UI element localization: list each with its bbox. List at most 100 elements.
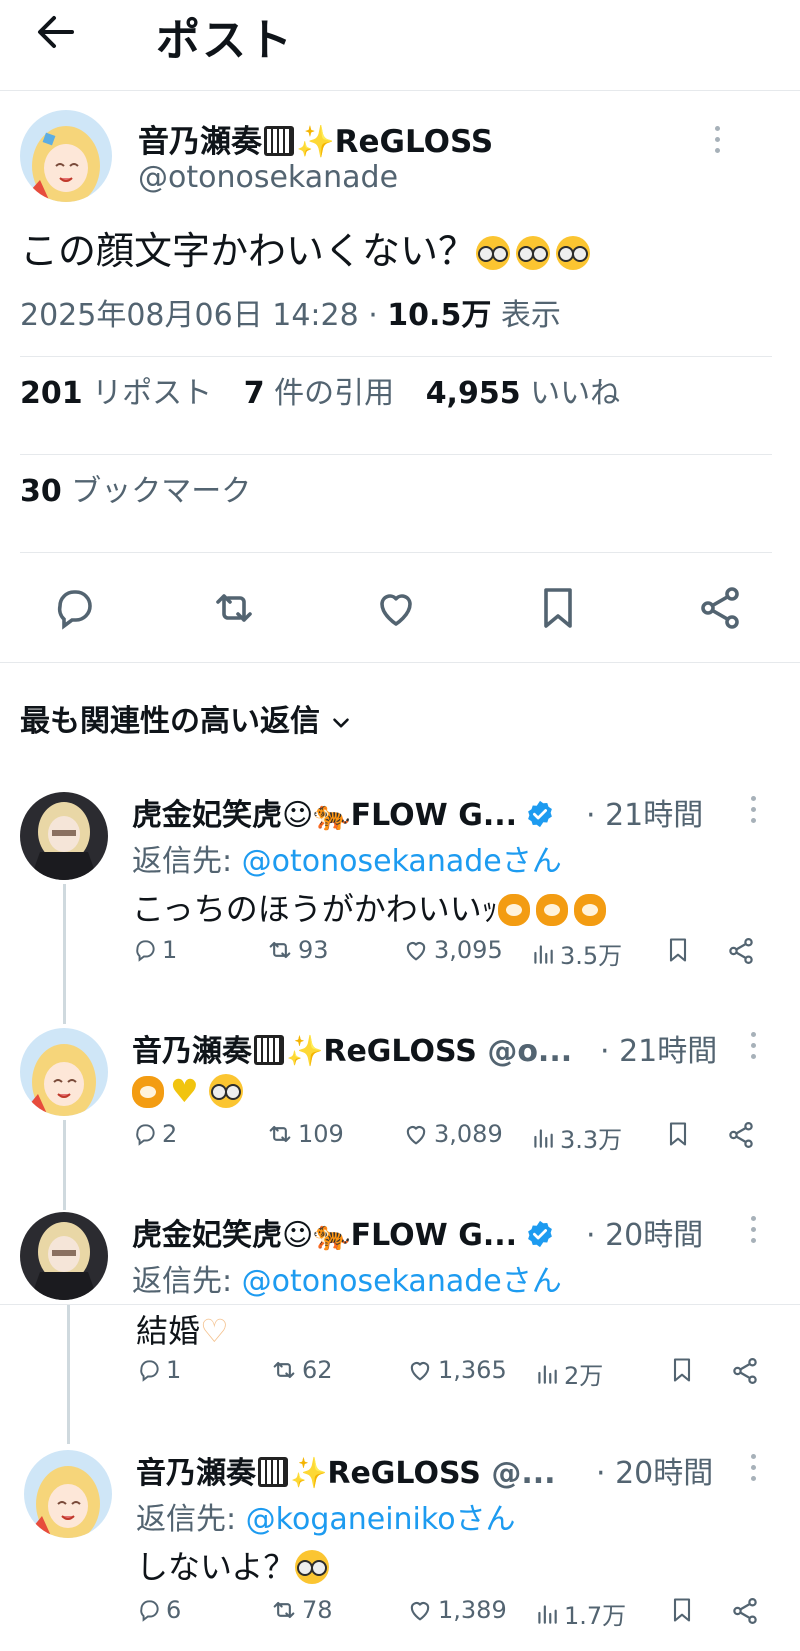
reply-reply-button[interactable]: 1 bbox=[132, 936, 177, 964]
bookmark-icon[interactable] bbox=[534, 584, 584, 634]
author-name-text: 音乃瀬奏 bbox=[138, 124, 262, 160]
reply-sort-dropdown[interactable]: 最も関連性の高い返信 bbox=[20, 696, 354, 740]
repost-icon bbox=[266, 1120, 298, 1148]
reply-bookmark-button[interactable] bbox=[668, 1356, 700, 1384]
like-icon[interactable] bbox=[372, 584, 422, 634]
divider bbox=[20, 356, 772, 357]
more-options-icon[interactable] bbox=[748, 1032, 758, 1066]
divider bbox=[0, 662, 800, 663]
reply-icon bbox=[136, 1357, 166, 1383]
reply-like-button[interactable]: 3,095 bbox=[402, 936, 503, 964]
repost-icon[interactable] bbox=[210, 584, 260, 634]
reply-like-button[interactable]: 3,089 bbox=[402, 1120, 503, 1148]
tiger-icon: 🐅 bbox=[313, 798, 351, 833]
reply-author-name-suffix: ReGLOSS bbox=[323, 1034, 477, 1069]
author-name-suffix: ReGLOSS bbox=[334, 124, 494, 160]
reply-author-name[interactable]: 音乃瀬奏 ✨ReGLOSS @o... bbox=[132, 1026, 572, 1070]
reply-repost-button[interactable]: 109 bbox=[266, 1120, 344, 1148]
reply-share-button[interactable] bbox=[730, 1356, 764, 1386]
bookmark-label: ブックマーク bbox=[71, 474, 252, 509]
reply-views-button[interactable]: 3.5万 bbox=[530, 936, 622, 971]
repost-count: 201 bbox=[20, 376, 83, 411]
reply-author-name[interactable]: 虎金妃笑虎☺🐅FLOW G... bbox=[132, 790, 555, 834]
repost-icon bbox=[270, 1596, 302, 1624]
reply-to-link[interactable]: @koganeinikoさん bbox=[246, 1502, 516, 1537]
reply-like-button[interactable]: 1,389 bbox=[406, 1596, 507, 1624]
avatar[interactable] bbox=[20, 1028, 108, 1116]
reply-share-button[interactable] bbox=[726, 936, 760, 966]
quote-count: 7 bbox=[243, 376, 265, 411]
more-options-icon[interactable] bbox=[748, 796, 758, 830]
post-datetime[interactable]: 2025年08月06日 14:28 bbox=[20, 298, 359, 333]
more-options-icon[interactable] bbox=[748, 1454, 758, 1488]
reply-views-button[interactable]: 3.3万 bbox=[530, 1120, 622, 1155]
more-options-icon[interactable] bbox=[748, 1216, 758, 1250]
share-icon bbox=[730, 1596, 764, 1626]
piano-icon bbox=[258, 1457, 288, 1487]
reply-repost-button[interactable]: 78 bbox=[270, 1596, 333, 1624]
reply-bookmark-button[interactable] bbox=[664, 936, 696, 964]
reply-share-button[interactable] bbox=[730, 1596, 764, 1626]
smiling-face-icon: ☺ bbox=[282, 1218, 314, 1253]
reply-views-button[interactable]: 2万 bbox=[534, 1356, 603, 1391]
verified-badge-icon bbox=[528, 800, 552, 828]
reply-reply-button[interactable]: 1 bbox=[136, 1356, 181, 1384]
avatar[interactable] bbox=[24, 1450, 112, 1538]
engagement-stats: 201 リポスト 7 件の引用 4,955 いいね bbox=[20, 368, 620, 412]
reply-author-name-suffix: FLOW G... bbox=[350, 798, 518, 833]
page-title: ポスト bbox=[156, 15, 294, 66]
reply-like-button[interactable]: 1,365 bbox=[406, 1356, 507, 1384]
view-count: 3.5万 bbox=[560, 942, 623, 970]
reply-bookmark-button[interactable] bbox=[668, 1596, 700, 1624]
reply-repost-button[interactable]: 62 bbox=[270, 1356, 333, 1384]
more-options-icon[interactable] bbox=[712, 126, 722, 160]
repost-stat[interactable]: 201 リポスト bbox=[20, 376, 212, 411]
bookmark-icon bbox=[664, 936, 696, 964]
reply-author-name-text: 虎金妃笑虎 bbox=[132, 1218, 282, 1253]
reply-time[interactable]: · 20時間 bbox=[586, 1210, 703, 1254]
disguised-face-emoji-icon bbox=[208, 1074, 243, 1108]
reply-to-link[interactable]: @otonosekanadeさん bbox=[242, 844, 562, 879]
avatar[interactable] bbox=[20, 1212, 108, 1300]
quote-stat[interactable]: 7 件の引用 bbox=[244, 376, 394, 411]
reply-author-name-text: 虎金妃笑虎 bbox=[132, 798, 282, 833]
author-handle[interactable]: @otonosekanade bbox=[138, 160, 398, 195]
reply-author-name-text: 音乃瀬奏 bbox=[132, 1034, 252, 1069]
reply-reply-button[interactable]: 2 bbox=[132, 1120, 177, 1148]
yellow-heart-icon: ♥ bbox=[170, 1072, 199, 1110]
like-stat[interactable]: 4,955 いいね bbox=[426, 376, 620, 411]
reply-to-link[interactable]: @otonosekanadeさん bbox=[242, 1264, 562, 1299]
view-label: 表示 bbox=[500, 298, 561, 333]
avatar[interactable] bbox=[20, 110, 112, 202]
reply-icon[interactable] bbox=[50, 584, 100, 634]
reply-author-name[interactable]: 虎金妃笑虎☺🐅FLOW G... bbox=[132, 1210, 555, 1254]
reply-author-name[interactable]: 音乃瀬奏 ✨ReGLOSS @... bbox=[136, 1448, 556, 1492]
share-icon bbox=[726, 936, 760, 966]
author-name[interactable]: 音乃瀬奏 ✨ReGLOSS bbox=[138, 116, 493, 161]
like-count: 3,095 bbox=[434, 936, 503, 964]
views-icon bbox=[530, 1125, 560, 1151]
reply-time[interactable]: · 21時間 bbox=[600, 1026, 717, 1070]
bookmark-stat[interactable]: 30 ブックマーク bbox=[20, 466, 251, 510]
back-arrow-icon[interactable] bbox=[32, 8, 80, 56]
like-icon bbox=[406, 1596, 438, 1624]
reply-text: しないよ？ bbox=[136, 1542, 335, 1588]
like-count: 4,955 bbox=[425, 376, 521, 411]
reply-bookmark-button[interactable] bbox=[664, 1120, 696, 1148]
like-count: 3,089 bbox=[434, 1120, 503, 1148]
reply-views-button[interactable]: 1.7万 bbox=[534, 1596, 626, 1631]
reply-text: ♥ bbox=[132, 1072, 249, 1110]
thread-line bbox=[63, 884, 66, 1024]
reply-time[interactable]: · 21時間 bbox=[586, 790, 703, 834]
sparkles-icon: ✨ bbox=[290, 1456, 328, 1491]
view-count: 2万 bbox=[564, 1362, 604, 1390]
reply-repost-button[interactable]: 93 bbox=[266, 936, 329, 964]
share-icon[interactable] bbox=[696, 584, 746, 634]
avatar[interactable] bbox=[20, 792, 108, 880]
tiger-face-emoji-icon bbox=[132, 1076, 164, 1108]
views-icon bbox=[530, 941, 560, 967]
reply-time[interactable]: · 20時間 bbox=[596, 1448, 713, 1492]
reply-reply-button[interactable]: 6 bbox=[136, 1596, 181, 1624]
tiger-icon: 🐅 bbox=[313, 1218, 351, 1253]
reply-share-button[interactable] bbox=[726, 1120, 760, 1150]
